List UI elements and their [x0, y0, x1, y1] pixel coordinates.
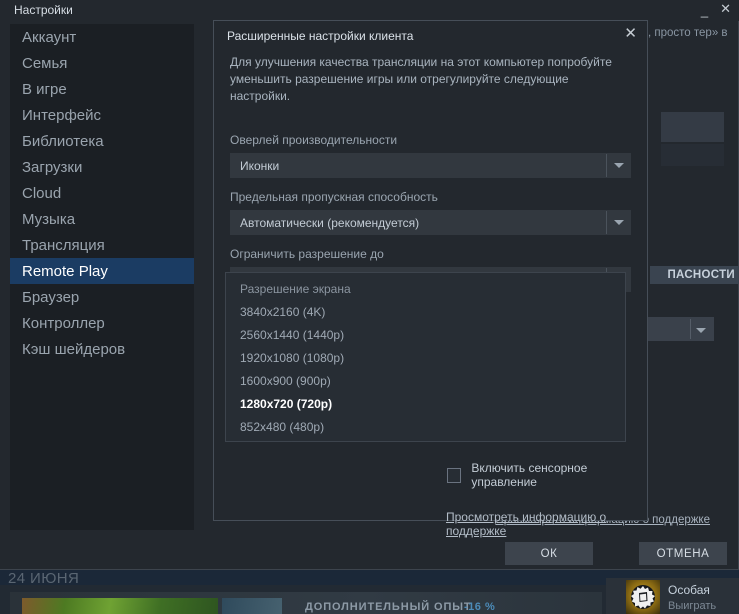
sidebar-item-cloud[interactable]: Cloud — [10, 180, 194, 206]
touch-controls-checkbox[interactable] — [447, 467, 462, 483]
background-panel-block — [661, 112, 724, 142]
sidebar-item-библиотека[interactable]: Библиотека — [10, 128, 194, 154]
sidebar-item-label: Библиотека — [22, 132, 104, 150]
field-label-overlay: Оверлей производительности — [230, 133, 398, 147]
store-capsule-thumbnail — [22, 598, 218, 614]
sidebar-item-label: Музыка — [22, 210, 76, 228]
field-label-bandwidth: Предельная пропускная способность — [230, 190, 438, 204]
dialog-description: Для улучшения качества трансляции на это… — [230, 55, 612, 103]
titlebar: Настройки _ ✕ — [0, 0, 739, 21]
settings-cancel-button[interactable]: ОТМЕНА — [639, 542, 727, 565]
background-panel-block-secondary — [661, 144, 724, 166]
sidebar-item-remote-play[interactable]: Remote Play — [10, 258, 194, 284]
dropdown-option[interactable]: 1600x900 (900p) — [226, 369, 625, 392]
close-icon[interactable]: ✕ — [720, 1, 731, 17]
window-controls: _ ✕ — [701, 1, 731, 19]
background-dropdown[interactable] — [648, 317, 714, 341]
sidebar-item-трансляция[interactable]: Трансляция — [10, 232, 194, 258]
sidebar-item-кэш-шейдеров[interactable]: Кэш шейдеров — [10, 336, 194, 362]
window-title: Настройки — [14, 3, 73, 17]
dropdown-option[interactable]: 2560x1440 (1440p) — [226, 323, 625, 346]
minimize-icon[interactable]: _ — [701, 3, 708, 19]
sidebar-item-label: Браузер — [22, 288, 80, 306]
store-capsule-thumbnail-secondary — [222, 598, 282, 614]
chevron-down-icon — [607, 163, 631, 168]
dropdown-option[interactable]: 1280x720 (720p) — [226, 392, 625, 415]
store-badge-title: Особая — [668, 583, 710, 597]
background-dropdown-separator — [690, 319, 691, 339]
advanced-client-settings-dialog: Расширенные настройки клиента ✕ Для улуч… — [213, 20, 648, 538]
field-label-resolution: Ограничить разрешение до — [230, 247, 384, 261]
sidebar-item-браузер[interactable]: Браузер — [10, 284, 194, 310]
select-bandwidth-limit-value: Автоматически (рекомендуется) — [240, 215, 420, 230]
store-capsule-price: -16 % — [464, 601, 496, 613]
sidebar-item-label: Интерфейс — [22, 106, 102, 124]
sidebar-item-музыка[interactable]: Музыка — [10, 206, 194, 232]
sidebar-item-label: Контроллер — [22, 314, 105, 332]
dialog-support-link[interactable]: Просмотреть информацию о поддержке — [446, 510, 647, 538]
dialog-close-icon[interactable]: ✕ — [624, 26, 637, 42]
dropdown-option[interactable]: 1920x1080 (1080p) — [226, 346, 625, 369]
background-security-tab[interactable]: ПАСНОСТИ — [650, 266, 739, 284]
resolution-dropdown-list[interactable]: Разрешение экрана 3840x2160 (4K) 2560x1440… — [225, 272, 626, 442]
sidebar-item-загрузки[interactable]: Загрузки — [10, 154, 194, 180]
settings-sidebar: Аккаунт Семья В игре Интерфейс Библиотека Заг… — [10, 24, 194, 530]
dropdown-option[interactable]: 3840x2160 (4K) — [226, 300, 625, 323]
store-capsule-label: ДОПОЛНИТЕЛЬНЫЙ ОПЫТ — [305, 601, 472, 613]
background-text-fragment: , просто тер» в — [648, 27, 728, 39]
select-performance-overlay-value: Иконки — [240, 158, 280, 173]
dialog-title: Расширенные настройки клиента — [227, 29, 414, 43]
badge-icon — [626, 580, 660, 614]
touch-controls-row[interactable]: Включить сенсорное управление — [447, 461, 647, 489]
sidebar-item-label: Семья — [22, 54, 68, 72]
store-badge-subtitle: Выиграть — [668, 600, 717, 612]
chevron-down-icon — [607, 220, 631, 225]
dropdown-option[interactable]: Разрешение экрана — [226, 277, 625, 300]
sidebar-item-label: Remote Play — [22, 262, 108, 280]
sidebar-item-в-игре[interactable]: В игре — [10, 76, 194, 102]
sidebar-item-семья[interactable]: Семья — [10, 50, 194, 76]
sidebar-item-интерфейс[interactable]: Интерфейс — [10, 102, 194, 128]
select-bandwidth-limit[interactable]: Автоматически (рекомендуется) — [230, 210, 631, 235]
chevron-down-icon — [696, 320, 706, 338]
sidebar-item-label: Кэш шейдеров — [22, 340, 126, 358]
sidebar-item-label: Загрузки — [22, 158, 83, 176]
sidebar-item-label: В игре — [22, 80, 67, 98]
sidebar-item-label: Cloud — [22, 184, 62, 202]
touch-controls-label: Включить сенсорное управление — [471, 461, 588, 489]
select-performance-overlay[interactable]: Иконки — [230, 153, 631, 178]
sidebar-item-label: Аккаунт — [22, 28, 77, 46]
sidebar-item-label: Трансляция — [22, 236, 105, 254]
sidebar-item-контроллер[interactable]: Контроллер — [10, 310, 194, 336]
settings-ok-button[interactable]: ОК — [505, 542, 593, 565]
sidebar-item-аккаунт[interactable]: Аккаунт — [10, 24, 194, 50]
dropdown-option[interactable]: 852x480 (480p) — [226, 415, 625, 438]
